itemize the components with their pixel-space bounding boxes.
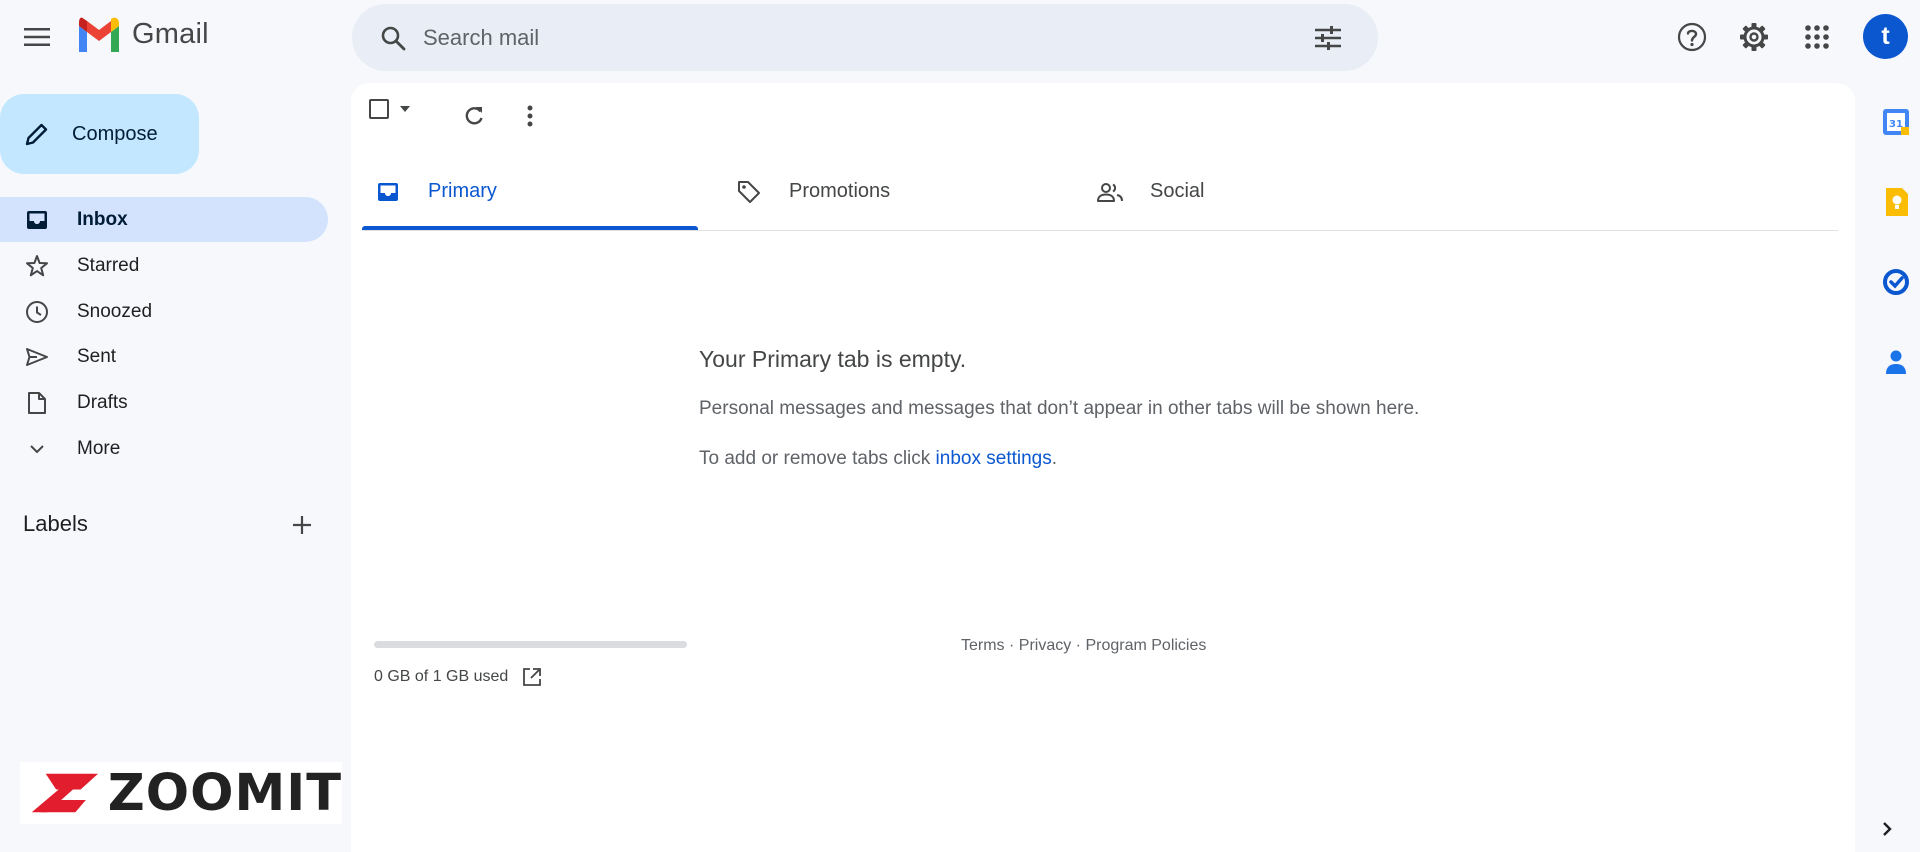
keep-app-button[interactable] [1876, 182, 1916, 222]
footer-separator: · [1004, 637, 1019, 654]
search-button[interactable] [369, 14, 417, 62]
tab-divider [362, 230, 1838, 231]
apps-grid-icon [1805, 25, 1829, 49]
chevron-down-icon [30, 444, 44, 453]
sidebar-item-snoozed[interactable]: Snoozed [0, 289, 328, 334]
footer-links: Terms · Privacy · Program Policies [961, 637, 1206, 655]
settings-hint-suffix: . [1051, 448, 1058, 469]
more-options-button[interactable] [506, 92, 554, 140]
calendar-day: 31 [1889, 119, 1903, 130]
caret-down-icon[interactable] [399, 105, 411, 113]
select-all-checkbox[interactable] [369, 99, 411, 119]
contacts-icon [1886, 350, 1906, 374]
sidebar-item-starred[interactable]: Starred [0, 243, 328, 288]
refresh-icon [465, 107, 483, 125]
gear-icon [1740, 23, 1768, 51]
search-input[interactable] [423, 24, 1304, 51]
mail-list-panel: Primary Promotions Social Your Primary t… [351, 83, 1855, 852]
tab-label: Primary [428, 180, 497, 202]
chevron-right-icon [1883, 822, 1892, 836]
sidebar-item-sent[interactable]: Sent [0, 334, 328, 379]
hamburger-menu-icon [24, 28, 50, 46]
empty-state-settings-hint: To add or remove tabs click inbox settin… [699, 448, 1057, 470]
draft-icon [28, 391, 46, 414]
tab-promotions[interactable]: Promotions [723, 155, 1059, 228]
tab-label: Promotions [789, 180, 891, 202]
sidebar-item-label: Sent [77, 345, 117, 367]
settings-button[interactable] [1730, 13, 1778, 61]
tab-primary[interactable]: Primary [362, 155, 698, 228]
account-avatar[interactable]: t [1863, 14, 1908, 59]
more-vert-icon [527, 105, 533, 127]
send-icon [26, 347, 48, 366]
storage-usage: 0 GB of 1 GB used [374, 667, 542, 687]
sidebar-item-label: Snoozed [77, 300, 153, 322]
compose-button[interactable]: Compose [0, 94, 199, 174]
privacy-link[interactable]: Privacy [1019, 637, 1071, 654]
sidebar-item-label: Drafts [77, 391, 128, 413]
tasks-icon [1883, 269, 1909, 295]
support-button[interactable] [1668, 13, 1716, 61]
sidebar-item-inbox[interactable]: Inbox [0, 197, 328, 242]
calendar-icon: 31 [1883, 109, 1909, 135]
contacts-app-button[interactable] [1876, 342, 1916, 382]
sidebar-item-label: More [77, 437, 121, 459]
sidebar-item-label: Inbox [77, 208, 128, 230]
show-side-panel-button[interactable] [1880, 820, 1894, 838]
empty-state-title: Your Primary tab is empty. [699, 346, 967, 372]
tab-label: Social [1150, 180, 1205, 202]
search-options-button[interactable] [1304, 14, 1352, 62]
tune-icon [1315, 25, 1341, 50]
clock-icon [26, 300, 48, 323]
tab-social[interactable]: Social [1084, 155, 1420, 228]
gmail-logo[interactable]: Gmail [76, 16, 209, 52]
compose-label: Compose [72, 122, 158, 145]
empty-state-description: Personal messages and messages that don’… [699, 398, 1420, 419]
checkbox[interactable] [369, 99, 389, 119]
zoomit-watermark: ZOOMIT [20, 762, 342, 824]
zoomit-wordmark: ZOOMIT [107, 763, 342, 823]
program-policies-link[interactable]: Program Policies [1085, 637, 1206, 654]
plus-icon [293, 516, 311, 534]
main-menu-button[interactable] [13, 13, 61, 61]
inbox-icon [378, 182, 398, 201]
pencil-icon [25, 123, 48, 146]
create-label-button[interactable] [278, 501, 326, 549]
settings-hint-prefix: To add or remove tabs click [699, 448, 936, 469]
people-icon [1097, 182, 1123, 202]
refresh-button[interactable] [450, 92, 498, 140]
storage-usage-bar [374, 641, 687, 648]
storage-usage-text: 0 GB of 1 GB used [374, 668, 509, 685]
inbox-settings-link[interactable]: inbox settings [936, 448, 1052, 469]
footer-separator: · [1071, 637, 1086, 654]
zoomit-logo-mark [31, 773, 99, 813]
sidebar-item-more[interactable]: More [0, 426, 328, 471]
help-icon [1677, 22, 1707, 52]
gmail-m-icon [79, 17, 119, 52]
tasks-app-button[interactable] [1876, 262, 1916, 302]
search-bar[interactable] [352, 4, 1378, 71]
tag-icon [738, 180, 760, 203]
labels-heading: Labels [23, 511, 88, 536]
calendar-app-button[interactable]: 31 [1876, 102, 1916, 142]
search-icon [381, 26, 406, 50]
open-in-new-icon[interactable] [522, 667, 542, 687]
inbox-icon [27, 210, 47, 229]
terms-link[interactable]: Terms [961, 637, 1005, 654]
keep-icon [1886, 188, 1908, 216]
star-icon [26, 254, 48, 276]
google-apps-button[interactable] [1793, 13, 1841, 61]
sidebar-item-drafts[interactable]: Drafts [0, 380, 328, 425]
gmail-logo-text: Gmail [132, 17, 209, 50]
sidebar-item-label: Starred [77, 254, 140, 276]
